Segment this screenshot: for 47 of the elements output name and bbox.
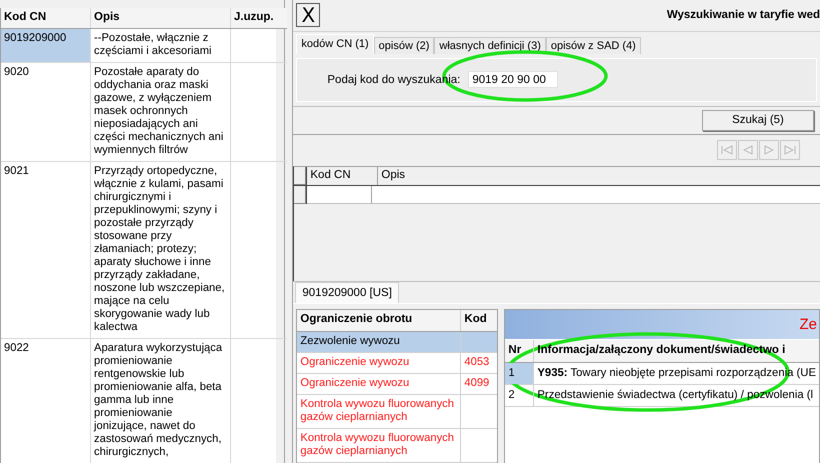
column-header[interactable]: Kod CN: [307, 166, 378, 185]
table-cell: 2: [505, 384, 534, 406]
column-header[interactable]: Ograniczenie obrotu: [297, 310, 462, 331]
results-grid[interactable]: Kod CN Opis: [293, 166, 820, 281]
column-header[interactable]: Kod: [461, 310, 498, 331]
tab[interactable]: własnych definicji (3): [434, 36, 546, 54]
table-cell: 9019209000: [1, 29, 91, 62]
column-header[interactable]: Nr: [505, 340, 534, 362]
table-cell: Pozostałe aparaty do oddychania oraz maski gazowe, z wyłączeniem masek ochronnych nieposiadających ani części mechanicznych ani wymiennych filtrów: [91, 63, 231, 161]
column-header[interactable]: Opis: [378, 166, 820, 185]
column-header[interactable]: Kod CN: [1, 8, 91, 28]
column-header[interactable]: Opis: [91, 8, 231, 28]
table-cell: Zezwolenie wywozu: [297, 332, 462, 352]
first-page-button[interactable]: [717, 140, 737, 160]
table-cell: Aparatura wykorzystująca promieniowanie rentgenowskie lub promieniowanie alfa, beta gamma lub inne promieniowanie jonizujące, nawet do zastosowań medycznych, chirurgicznych,: [91, 339, 231, 463]
left-triangle-icon: [743, 145, 753, 156]
table-cell: Przyrządy ortopedyczne, włącznie z kulami, pasami chirurgicznymi i przepuklinowymi; szyny i pozostałe przyrządy stosowane przy złamaniach; protezy; aparaty słuchowe i inne przyrządy zakładane, noszone lub wszczepiane, mające na celu skorygowanie wady lub kalectwa: [91, 162, 231, 338]
table-cell-text: 4099: [463, 376, 490, 391]
table-cell: 9020: [1, 63, 91, 161]
table-cell: [461, 332, 498, 352]
empty-row[interactable]: [294, 186, 820, 204]
close-button[interactable]: X: [296, 3, 320, 28]
previous-button[interactable]: [738, 140, 758, 160]
tab[interactable]: opisów (2): [374, 36, 434, 54]
input-field[interactable]: 9019 20 90 00: [468, 71, 558, 88]
last-icon: [784, 145, 796, 156]
table-cell: Ograniczenie wywozu: [297, 374, 462, 394]
table-cell: Ograniczenie wywozu: [297, 352, 462, 373]
table-cell: Kontrola wywozu fluorowanych gazów cieplarnianych: [297, 428, 462, 462]
tab[interactable]: 9019209000 [US]: [295, 282, 399, 303]
table-cell: 1: [505, 362, 534, 384]
next-button[interactable]: [759, 140, 779, 160]
row-header[interactable]: [294, 166, 308, 185]
last-page-button[interactable]: [780, 140, 800, 160]
tab[interactable]: opisów z SAD (4): [546, 36, 641, 54]
column-header[interactable]: J.uzup.: [231, 8, 287, 28]
table-cell-text: 4053: [463, 354, 490, 370]
table-cell: Kontrola wywozu fluorowanych gazów cieplarnianych: [297, 394, 462, 428]
right-triangle-icon: [764, 145, 774, 156]
search-button[interactable]: Szukaj (5): [702, 110, 814, 131]
first-icon: [721, 145, 733, 156]
tab[interactable]: kodów CN (1): [296, 34, 374, 54]
table-cell: 9022: [1, 339, 91, 463]
table-cell: 9021: [1, 162, 91, 338]
window-title: Wyszukiwanie w taryfie wed: [666, 9, 820, 22]
panel-heading: Ze: [799, 316, 817, 333]
table-cell: --Pozostałe, włącznie z częściami i akcesoriami: [91, 29, 231, 62]
